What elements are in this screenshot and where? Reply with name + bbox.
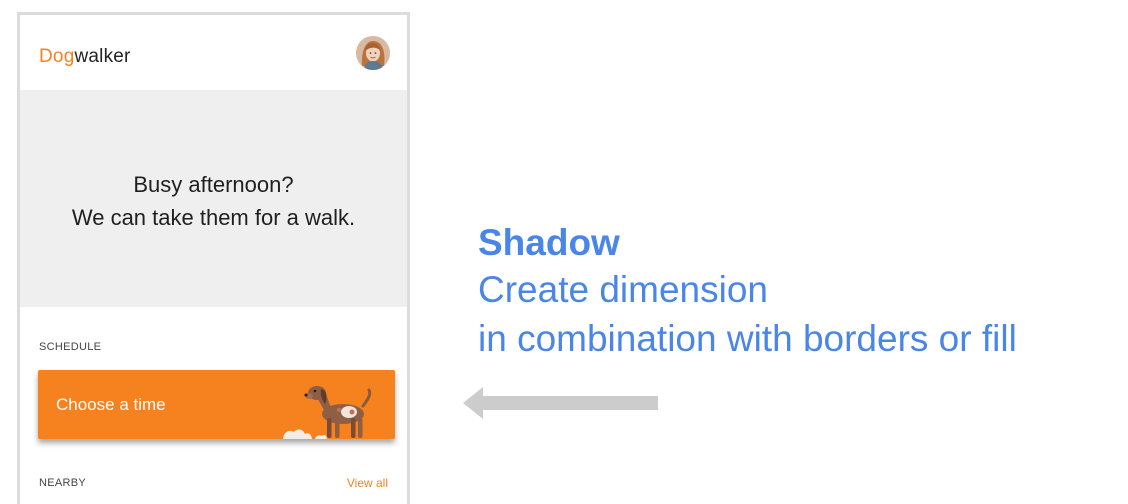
view-all-link[interactable]: View all	[347, 476, 388, 490]
hero-line-1: Busy afternoon?	[133, 172, 294, 197]
avatar-photo-icon	[356, 36, 390, 70]
slide-caption: Shadow Create dimension in combination w…	[478, 220, 1017, 363]
choose-time-label: Choose a time	[56, 395, 166, 414]
hero-banner: Busy afternoon? We can take them for a w…	[20, 90, 407, 307]
slide: Dogwalker Busy afternoon? We can take th…	[0, 0, 1128, 504]
choose-time-button[interactable]: Choose a time	[38, 370, 395, 439]
app-bar: Dogwalker	[20, 15, 407, 90]
avatar[interactable]	[356, 36, 390, 70]
dog-illustration-icon	[283, 386, 372, 439]
caption-line-1: Create dimension	[478, 269, 768, 310]
logo-accent-text: Dog	[39, 46, 75, 67]
nearby-section-label: NEARBY	[39, 477, 87, 489]
caption-line-2: in combination with borders or fill	[478, 318, 1017, 359]
hero-line-2: We can take them for a walk.	[71, 205, 356, 230]
phone-mockup: Dogwalker Busy afternoon? We can take th…	[17, 12, 410, 504]
left-arrow-icon	[463, 387, 658, 419]
caption-title: Shadow	[478, 222, 620, 263]
logo-text: walker	[74, 46, 131, 67]
app-logo[interactable]: Dogwalker	[39, 46, 131, 68]
hero-text: Busy afternoon? We can take them for a w…	[20, 168, 407, 234]
schedule-section-label: SCHEDULE	[39, 341, 102, 353]
